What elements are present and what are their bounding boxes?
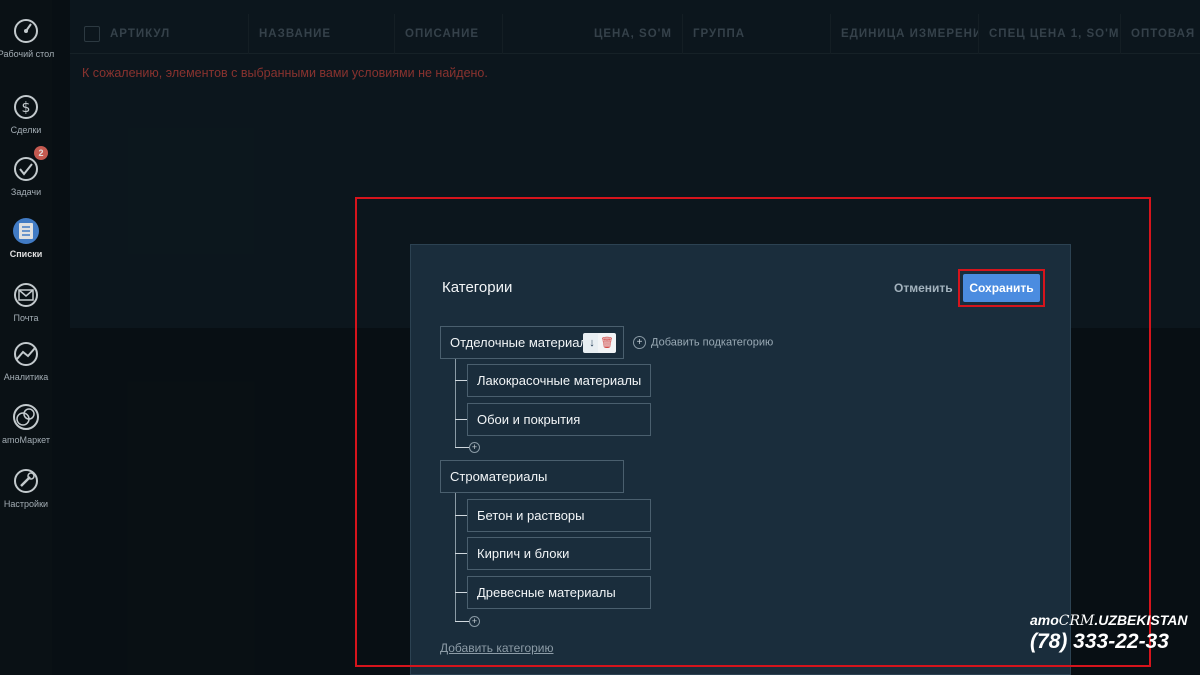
brand-logo: amoCRM.UZBEKISTAN — [1030, 612, 1188, 629]
brand-phone: (78) 333-22-33 — [1030, 630, 1169, 653]
brand-watermark: amoCRM.UZBEKISTAN (78) 333-22-33 — [1030, 612, 1200, 654]
highlight-frame — [355, 197, 1151, 667]
